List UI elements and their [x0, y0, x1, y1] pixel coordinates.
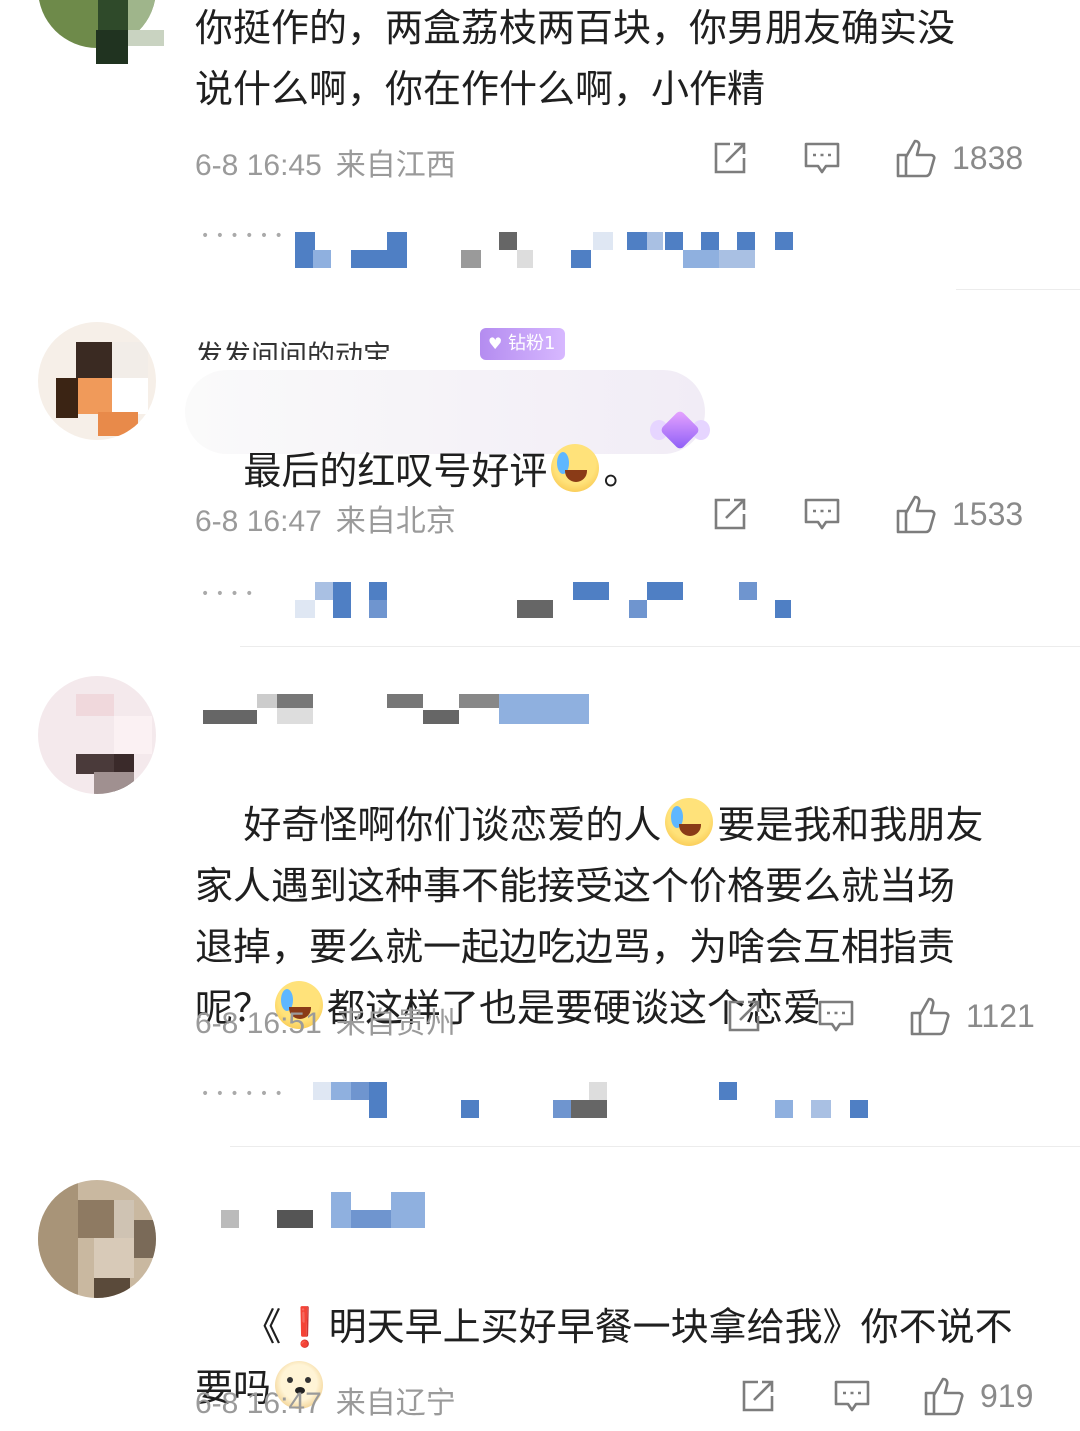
avatar[interactable]	[38, 322, 156, 440]
share-button[interactable]	[710, 492, 750, 536]
badge-label: 钻粉1	[508, 333, 556, 354]
exclamation-emoji: ❗	[281, 1305, 329, 1349]
comment-button[interactable]	[802, 136, 842, 180]
comment-meta: 6-8 16:47 来自北京	[195, 496, 456, 540]
comment-2: 发发间间的动宝 ♥ 钻粉1 最后的红叹号好评 。 6-8 16:47 来自北京 153…	[0, 320, 1080, 648]
comment-icon	[804, 142, 840, 174]
username-mosaic[interactable]	[195, 694, 595, 724]
share-button[interactable]	[710, 136, 750, 180]
timestamp: 6-8 16:47	[195, 505, 322, 538]
comment-actions: 1838	[710, 136, 1040, 180]
comment-4: 《❗明天早上买好早餐一块拿给我》你不说不 要吗 6-8 16:47 来自辽宁 91…	[0, 1172, 1080, 1431]
comment-text: 你挺作的，两盒荔枝两百块，你男朋友确实没 说什么啊，你在作什么啊，小作精	[195, 6, 956, 111]
username[interactable]: 发发间间的动宝	[195, 334, 391, 360]
share-icon	[742, 1380, 774, 1412]
comment-actions: 919	[738, 1374, 1040, 1418]
like-button[interactable]: 1533	[894, 492, 1023, 536]
location: 来自辽宁	[335, 1387, 456, 1420]
timestamp: 6-8 16:51	[195, 1007, 322, 1040]
fan-badge[interactable]: ♥ 钻粉1	[480, 328, 566, 360]
thumbs-up-icon	[896, 139, 936, 178]
share-icon	[728, 1000, 760, 1032]
avatar-mosaic	[128, 30, 164, 46]
heart-icon: ♥	[488, 334, 503, 353]
share-button[interactable]	[724, 994, 764, 1038]
reply-preview-mosaic	[850, 1100, 868, 1118]
comment-text-part: 要是我和我朋友	[717, 803, 984, 847]
like-button[interactable]: 1838	[894, 136, 1023, 180]
location: 来自江西	[335, 149, 456, 182]
share-icon	[714, 498, 746, 530]
divider	[240, 646, 1080, 647]
comment-text-part: 好奇怪啊你们谈恋爱的人	[243, 803, 662, 847]
comment-meta: 6-8 16:45 来自江西	[195, 140, 456, 184]
laugh-cry-emoji	[665, 798, 714, 846]
timestamp: 6-8 16:45	[195, 149, 322, 182]
comment-actions: 1121	[724, 994, 1040, 1038]
more-dots-icon: • • • • • •	[201, 1086, 284, 1102]
comment-text-part: 最后的红叹号好评	[243, 449, 548, 493]
avatar[interactable]	[38, 1180, 156, 1298]
comment-icon	[818, 1000, 854, 1032]
comment-meta: 6-8 16:47 来自辽宁	[195, 1378, 456, 1422]
thumbs-up-icon	[910, 997, 950, 1036]
diamond-sticker-icon	[650, 406, 710, 456]
more-dots-icon: • • • • • •	[201, 228, 284, 244]
comment-meta: 6-8 16:51 来自贵州	[195, 998, 456, 1042]
location: 来自北京	[335, 505, 456, 538]
comment-button[interactable]	[816, 994, 856, 1038]
comment-1: 你挺作的，两盒荔枝两百块，你男朋友确实没 说什么啊，你在作什么啊，小作精 6-8…	[0, 0, 1080, 290]
comment-button[interactable]	[802, 492, 842, 536]
reply-preview[interactable]: • • • •	[195, 576, 815, 618]
location: 来自贵州	[335, 1007, 456, 1040]
share-icon	[714, 142, 746, 174]
like-count: 919	[980, 1377, 1034, 1414]
share-button[interactable]	[738, 1374, 778, 1418]
laugh-cry-emoji	[551, 444, 600, 492]
reply-preview[interactable]: • • • • • •	[195, 218, 815, 268]
like-button[interactable]: 1121	[908, 994, 1035, 1038]
thumbs-up-icon	[896, 495, 936, 534]
comment-icon	[834, 1380, 870, 1412]
like-count: 1533	[952, 495, 1024, 532]
comment-icon	[804, 498, 840, 530]
like-button[interactable]: 919	[922, 1374, 1033, 1418]
thumbs-up-icon	[924, 1377, 964, 1416]
comment-text-part: 《	[243, 1305, 282, 1349]
comment-actions: 1533	[710, 492, 1040, 536]
avatar-mosaic	[96, 30, 128, 64]
like-count: 1838	[952, 139, 1024, 176]
divider	[230, 1146, 1080, 1147]
reply-preview[interactable]: • • • • • •	[195, 1076, 831, 1118]
comment-text-part: 。	[603, 449, 642, 493]
avatar[interactable]	[38, 676, 156, 794]
divider	[956, 289, 1080, 290]
username-mosaic[interactable]	[195, 1192, 435, 1228]
more-dots-icon: • • • •	[201, 586, 255, 602]
comment-3: 好奇怪啊你们谈恋爱的人 要是我和我朋友 家人遇到这种事不能接受这个价格要么就当场 …	[0, 672, 1080, 1148]
comment-button[interactable]	[832, 1374, 872, 1418]
timestamp: 6-8 16:47	[195, 1387, 322, 1420]
like-count: 1121	[966, 997, 1035, 1034]
